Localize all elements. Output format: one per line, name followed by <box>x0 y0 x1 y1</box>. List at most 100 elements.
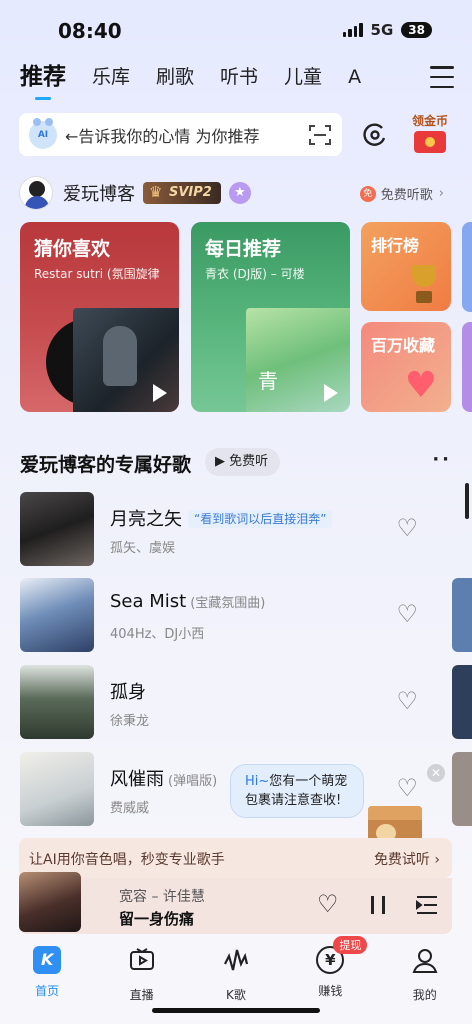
play-icon[interactable] <box>153 384 167 402</box>
tooltip-text-2: 包裹请注意查收! <box>245 793 342 808</box>
song-title: Sea Mist <box>110 591 187 612</box>
favorite-heart-icon[interactable]: ♡ <box>396 689 418 713</box>
withdraw-badge: 提现 <box>333 936 368 954</box>
avatar[interactable] <box>19 176 53 210</box>
home-indicator <box>152 1008 320 1013</box>
song-cover <box>20 752 94 826</box>
song-artist: 徐秉龙 <box>110 714 150 729</box>
next-page-peek <box>452 578 472 652</box>
card-title: 每日推荐 <box>205 238 282 260</box>
nav-live[interactable]: 直播 <box>95 938 189 1004</box>
network-label: 5G <box>370 21 394 39</box>
signal-icon <box>342 23 363 37</box>
scan-icon[interactable] <box>309 124 331 146</box>
next-card-peek[interactable] <box>462 322 472 412</box>
song-title: 孤身 <box>110 682 146 703</box>
nav-label: 赚钱 <box>318 984 343 998</box>
song-title: 月亮之矢 <box>110 509 182 530</box>
search-input[interactable]: ←告诉我你的心情 为你推荐 <box>65 123 287 147</box>
bottom-nav: K 首页 直播 K歌 ¥ 提现 赚钱 我的 <box>0 936 472 1004</box>
user-row[interactable]: 爱玩博客 SVIP2 ★ <box>19 176 251 210</box>
card-title: 排行榜 <box>371 236 420 255</box>
free-listen-label: 免费听歌 <box>380 188 433 203</box>
million-favorites-card[interactable]: 百万收藏 ♥ <box>361 322 451 412</box>
favorite-heart-icon[interactable]: ♡ <box>317 892 339 916</box>
tab-music-library[interactable]: 乐库 <box>92 62 130 92</box>
nav-label: K歌 <box>226 988 246 1002</box>
star-badge-icon[interactable]: ★ <box>228 182 251 204</box>
nav-karaoke[interactable]: K歌 <box>189 938 283 1004</box>
ai-voice-banner[interactable]: 让AI用你音色唱，秒变专业歌手 免费试听 › <box>19 838 452 878</box>
song-title: 风催雨 <box>110 769 164 790</box>
nav-label: 我的 <box>412 988 437 1002</box>
user-name[interactable]: 爱玩博客 <box>63 180 135 206</box>
player-song: 宽容 – 许佳慧 <box>119 889 205 905</box>
playlist-icon[interactable] <box>416 894 438 916</box>
svip-badge[interactable]: SVIP2 <box>143 181 221 204</box>
song-row[interactable]: 孤身 徐秉龙 ♡ <box>20 665 440 739</box>
close-icon[interactable]: ✕ <box>427 764 445 782</box>
voice-recognition-icon[interactable] <box>360 120 390 150</box>
song-title-line: 风催雨 (弹唱版) <box>110 765 217 791</box>
favorite-heart-icon[interactable]: ♡ <box>396 602 418 626</box>
favorite-heart-icon[interactable]: ♡ <box>396 776 418 800</box>
tab-kids[interactable]: 儿童 <box>284 62 322 92</box>
menu-icon[interactable] <box>430 66 454 88</box>
tab-swipe-songs[interactable]: 刷歌 <box>156 62 194 92</box>
scroll-indicator <box>465 483 469 519</box>
card-title: 猜你喜欢 <box>34 238 111 260</box>
battery-badge: 38 <box>401 22 432 38</box>
song-artist: 费威威 <box>110 801 150 816</box>
top-tabs: 推荐 乐库 刷歌 听书 儿童 A <box>20 62 361 100</box>
song-tag: (宝藏氛围曲) <box>190 596 266 611</box>
pet-package-tooltip[interactable]: Hi~您有一个萌宠 包裹请注意查收! <box>230 764 364 818</box>
song-artist: 孤矢、虞娱 <box>110 541 176 556</box>
song-row[interactable]: 月亮之矢 “看到歌词以后直接泪奔” 孤矢、虞娱 ♡ <box>20 492 440 566</box>
nav-profile[interactable]: 我的 <box>378 938 472 1004</box>
home-icon: K <box>33 946 62 974</box>
next-card-peek[interactable] <box>462 222 472 312</box>
play-icon[interactable] <box>324 384 338 402</box>
free-play-button[interactable]: ▶ 免费听 <box>205 448 281 476</box>
song-row[interactable]: Sea Mist (宝藏氛围曲) 404Hz、DJ小西 ♡ <box>20 578 440 652</box>
ranking-card[interactable]: 排行榜 <box>361 222 451 311</box>
more-options-icon[interactable]: ·· <box>432 449 452 470</box>
nav-earn[interactable]: ¥ 提现 赚钱 <box>283 936 377 1004</box>
free-trial-link[interactable]: 免费试听 › <box>374 849 440 869</box>
next-page-peek <box>452 752 472 826</box>
player-lyric: 留一身伤痛 <box>119 910 195 928</box>
tab-more[interactable]: A <box>348 62 361 92</box>
song-title-line: Sea Mist (宝藏氛围曲) <box>110 591 265 612</box>
heart-icon: ♥ <box>404 365 437 406</box>
daily-recommend-card[interactable]: 每日推荐 青衣 (DJ版) – 可楼 青 <box>191 222 350 412</box>
nav-label: 直播 <box>129 988 154 1002</box>
claim-gold-button[interactable]: 领金币 <box>408 112 452 153</box>
song-cover <box>20 578 94 652</box>
cover-text: 青 <box>258 369 278 393</box>
karaoke-wave-icon <box>223 949 249 971</box>
status-time: 08:40 <box>58 19 122 43</box>
tooltip-hi: Hi~ <box>245 774 270 789</box>
nav-home[interactable]: K 首页 <box>0 938 94 1004</box>
section-title: 爱玩博客的专属好歌 <box>20 454 192 476</box>
tab-recommend[interactable]: 推荐 <box>20 62 66 100</box>
tooltip-line-1: Hi~您有一个萌宠 <box>245 772 363 791</box>
nav-label: 首页 <box>35 984 60 998</box>
free-listen-link[interactable]: 免 免费听歌 › <box>359 184 444 203</box>
card-subtitle: 青衣 (DJ版) – 可楼 <box>205 267 305 281</box>
search-bar[interactable]: AI ←告诉我你的心情 为你推荐 <box>19 113 342 156</box>
tab-audiobooks[interactable]: 听书 <box>220 62 258 92</box>
ai-mascot-icon: AI <box>29 117 57 149</box>
claim-gold-label: 领金币 <box>411 114 448 128</box>
tooltip-text-1: 您有一个萌宠 <box>269 774 348 789</box>
trophy-icon <box>409 265 439 305</box>
chevron-right-icon: › <box>438 186 444 201</box>
card-title: 百万收藏 <box>371 336 436 355</box>
pause-icon[interactable] <box>371 896 385 914</box>
player-cover[interactable] <box>19 872 81 932</box>
song-quote: “看到歌词以后直接泪奔” <box>188 510 333 528</box>
favorite-heart-icon[interactable]: ♡ <box>396 516 418 540</box>
mini-player[interactable]: 宽容 – 许佳慧 留一身伤痛 ♡ <box>19 872 452 934</box>
song-cover <box>20 665 94 739</box>
guess-you-like-card[interactable]: 猜你喜欢 Restar sutri (氛围旋律 <box>20 222 179 412</box>
